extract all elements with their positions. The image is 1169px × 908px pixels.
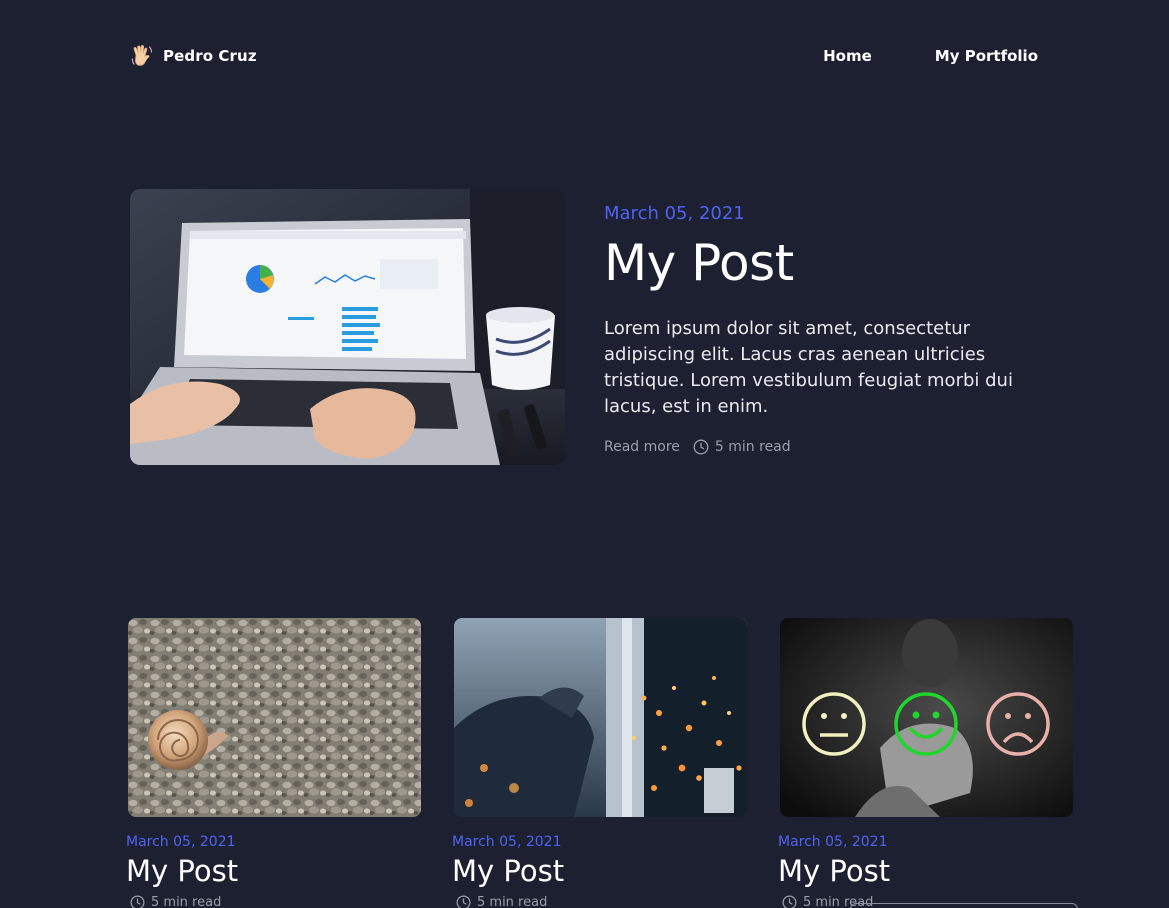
clock-icon xyxy=(693,439,709,455)
post-card-date: March 05, 2021 xyxy=(452,834,562,850)
clock-icon xyxy=(782,895,797,908)
nav-my-portfolio[interactable]: My Portfolio xyxy=(935,47,1038,65)
post-card-meta: 5 min read xyxy=(130,895,422,908)
read-time-text: 5 min read xyxy=(477,894,548,908)
read-time: 5 min read xyxy=(693,439,791,455)
post-card-date: March 05, 2021 xyxy=(778,834,888,850)
post-card-image[interactable] xyxy=(454,618,747,817)
nav-home[interactable]: Home xyxy=(823,47,872,65)
horizontal-scrollbar[interactable] xyxy=(850,903,1078,908)
post-card-image[interactable] xyxy=(780,618,1073,817)
brand-name: Pedro Cruz xyxy=(163,47,257,65)
post-card-title[interactable]: My Post xyxy=(778,854,1074,889)
post-card-title[interactable]: My Post xyxy=(452,854,748,889)
post-card-date: March 05, 2021 xyxy=(126,834,236,850)
read-time-text: 5 min read xyxy=(714,439,791,456)
post-card: March 05, 2021 My Post 5 min read xyxy=(452,618,748,908)
brand[interactable]: Pedro Cruz xyxy=(131,44,257,68)
featured-post-image[interactable] xyxy=(130,189,565,465)
featured-post: March 05, 2021 My Post Lorem ipsum dolor… xyxy=(604,203,1044,455)
featured-post-meta: Read more 5 min read xyxy=(604,439,1044,455)
featured-post-excerpt: Lorem ipsum dolor sit amet, consectetur … xyxy=(604,318,1013,418)
post-card-title[interactable]: My Post xyxy=(126,854,422,889)
main-nav: Home My Portfolio xyxy=(823,47,1038,65)
post-card-image[interactable] xyxy=(128,618,421,817)
read-more-link[interactable]: Read more xyxy=(604,439,680,455)
blog-page: Pedro Cruz Home My Portfolio March 05, 2… xyxy=(0,0,1169,908)
featured-post-title[interactable]: My Post xyxy=(604,236,1044,291)
post-card: March 05, 2021 My Post 5 min read xyxy=(126,618,422,908)
waving-hand-icon xyxy=(131,44,153,66)
post-card: March 05, 2021 My Post 5 min read xyxy=(778,618,1074,908)
post-card-meta: 5 min read xyxy=(456,895,748,908)
clock-icon xyxy=(130,895,145,908)
featured-post-date: March 05, 2021 xyxy=(604,203,745,224)
clock-icon xyxy=(456,895,471,908)
read-time-text: 5 min read xyxy=(151,894,222,908)
